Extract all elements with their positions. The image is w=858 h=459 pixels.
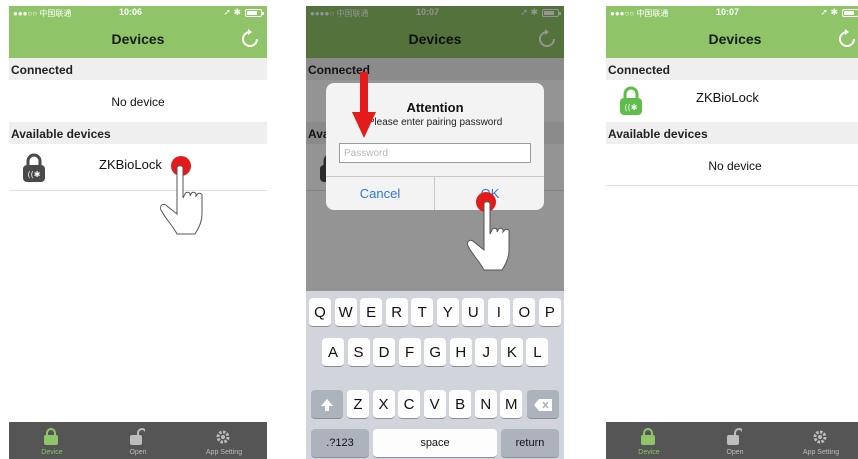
key-c[interactable]: C: [398, 390, 421, 419]
device-name: ZKBioLock: [696, 90, 759, 105]
connected-device-row-zkbiolock[interactable]: ((✱ ZKBioLock: [606, 76, 858, 122]
tab-label: App Setting: [802, 449, 840, 456]
space-key[interactable]: space: [373, 429, 497, 458]
gear-icon: [216, 430, 230, 444]
system-icons: ➚ ✱: [223, 7, 241, 17]
key-d[interactable]: D: [373, 338, 396, 367]
key-f[interactable]: F: [398, 338, 421, 367]
device-name: ZKBioLock: [99, 157, 162, 172]
tab-label: Open: [726, 449, 744, 456]
key-y[interactable]: Y: [436, 298, 459, 327]
status-bar: ●●●○○ 中国联通 10:07 ➚ ✱: [606, 6, 858, 20]
key-q[interactable]: Q: [309, 298, 331, 327]
backspace-icon: [534, 399, 552, 411]
device-row-zkbiolock[interactable]: ((✱ ZKBioLock: [9, 143, 267, 191]
tab-device[interactable]: Device: [606, 425, 692, 459]
bluetooth-lock-icon: ((✱: [620, 86, 642, 115]
tab-label: Device: [41, 449, 63, 456]
nav-bar: Devices: [606, 20, 858, 58]
svg-text:((✱: ((✱: [28, 170, 41, 179]
key-z[interactable]: Z: [347, 390, 369, 419]
shift-icon: [321, 399, 333, 411]
return-key[interactable]: return: [501, 429, 559, 458]
page-title: Devices: [111, 31, 165, 47]
screen-1-devices-available: ●●●○○ 中国联通 10:06 ➚ ✱ Devices Connected N…: [9, 6, 267, 459]
tab-bar: Device Open App Setting: [606, 422, 858, 459]
key-p[interactable]: P: [538, 298, 561, 327]
svg-text:((✱: ((✱: [625, 103, 638, 112]
key-o[interactable]: O: [513, 298, 536, 327]
tab-app-setting[interactable]: App Setting: [778, 425, 858, 459]
password-input[interactable]: [339, 143, 531, 163]
tab-label: Open: [129, 449, 147, 456]
tab-bar: Device Open App Setting: [9, 422, 267, 459]
on-screen-keyboard: QWERTYUIOP ASDFGHJKL ZXCVBNM .?123 space…: [306, 291, 564, 459]
shift-key[interactable]: [311, 390, 343, 419]
key-v[interactable]: V: [423, 390, 446, 419]
red-arrow-icon: [352, 72, 376, 138]
status-bar: ●●●○○ 中国联通 10:06 ➚ ✱: [9, 6, 267, 20]
screen-2-pairing-dialog: ●●●●○ 中国联通 10:07 ➚ ✱ Devices Connected A…: [306, 6, 564, 459]
divider: [326, 176, 544, 177]
pointing-hand-icon: [467, 201, 510, 271]
tab-open[interactable]: Open: [692, 425, 778, 459]
key-g[interactable]: G: [424, 338, 447, 367]
tab-app-setting[interactable]: App Setting: [181, 425, 267, 459]
clock: 10:07: [716, 7, 740, 17]
nav-bar: Devices: [9, 20, 267, 58]
pointing-hand-icon: [160, 165, 203, 235]
no-device-text: No device: [111, 95, 165, 109]
delete-key[interactable]: [527, 390, 559, 419]
battery-icon: [245, 9, 264, 17]
divider: [606, 185, 858, 186]
key-r[interactable]: R: [385, 298, 408, 327]
screen-3-device-connected: ●●●○○ 中国联通 10:07 ➚ ✱ Devices Connected (…: [606, 6, 858, 459]
key-i[interactable]: I: [487, 298, 510, 327]
tab-label: Device: [638, 449, 660, 456]
page-title: Devices: [708, 31, 762, 47]
gear-icon: [813, 430, 827, 444]
tab-open[interactable]: Open: [95, 425, 181, 459]
key-w[interactable]: W: [334, 298, 357, 327]
key-e[interactable]: E: [360, 298, 383, 327]
section-header-connected: Connected: [9, 58, 267, 80]
numbers-key[interactable]: .?123: [311, 429, 369, 458]
system-icons: ➚ ✱: [820, 7, 838, 17]
refresh-icon[interactable]: [239, 28, 261, 50]
lock-closed-icon: [44, 428, 58, 445]
key-n[interactable]: N: [474, 390, 497, 419]
key-b[interactable]: B: [449, 390, 472, 419]
key-k[interactable]: K: [500, 338, 523, 367]
tab-device[interactable]: Device: [9, 425, 95, 459]
key-s[interactable]: S: [347, 338, 370, 367]
carrier-label: ●●●○○ 中国联通: [610, 9, 669, 18]
lock-closed-icon: [641, 428, 655, 445]
key-a[interactable]: A: [322, 338, 344, 367]
key-l[interactable]: L: [526, 338, 549, 367]
section-header-available: Available devices: [9, 122, 267, 144]
clock: 10:06: [119, 7, 143, 17]
cancel-button[interactable]: Cancel: [326, 186, 434, 201]
lock-open-icon: [727, 428, 742, 445]
carrier-label: ●●●○○ 中国联通: [13, 9, 72, 18]
section-header-available: Available devices: [606, 122, 858, 144]
tab-label: App Setting: [205, 449, 243, 456]
key-m[interactable]: M: [500, 390, 523, 419]
key-j[interactable]: J: [475, 338, 498, 367]
refresh-icon[interactable]: [836, 28, 858, 50]
battery-icon: [842, 9, 858, 17]
key-t[interactable]: T: [411, 298, 434, 327]
key-x[interactable]: X: [372, 390, 395, 419]
key-h[interactable]: H: [449, 338, 472, 367]
no-device-text: No device: [708, 159, 762, 173]
divider: [434, 176, 435, 210]
key-u[interactable]: U: [462, 298, 485, 327]
bluetooth-lock-icon: ((✱: [23, 153, 45, 182]
lock-open-icon: [130, 428, 145, 445]
